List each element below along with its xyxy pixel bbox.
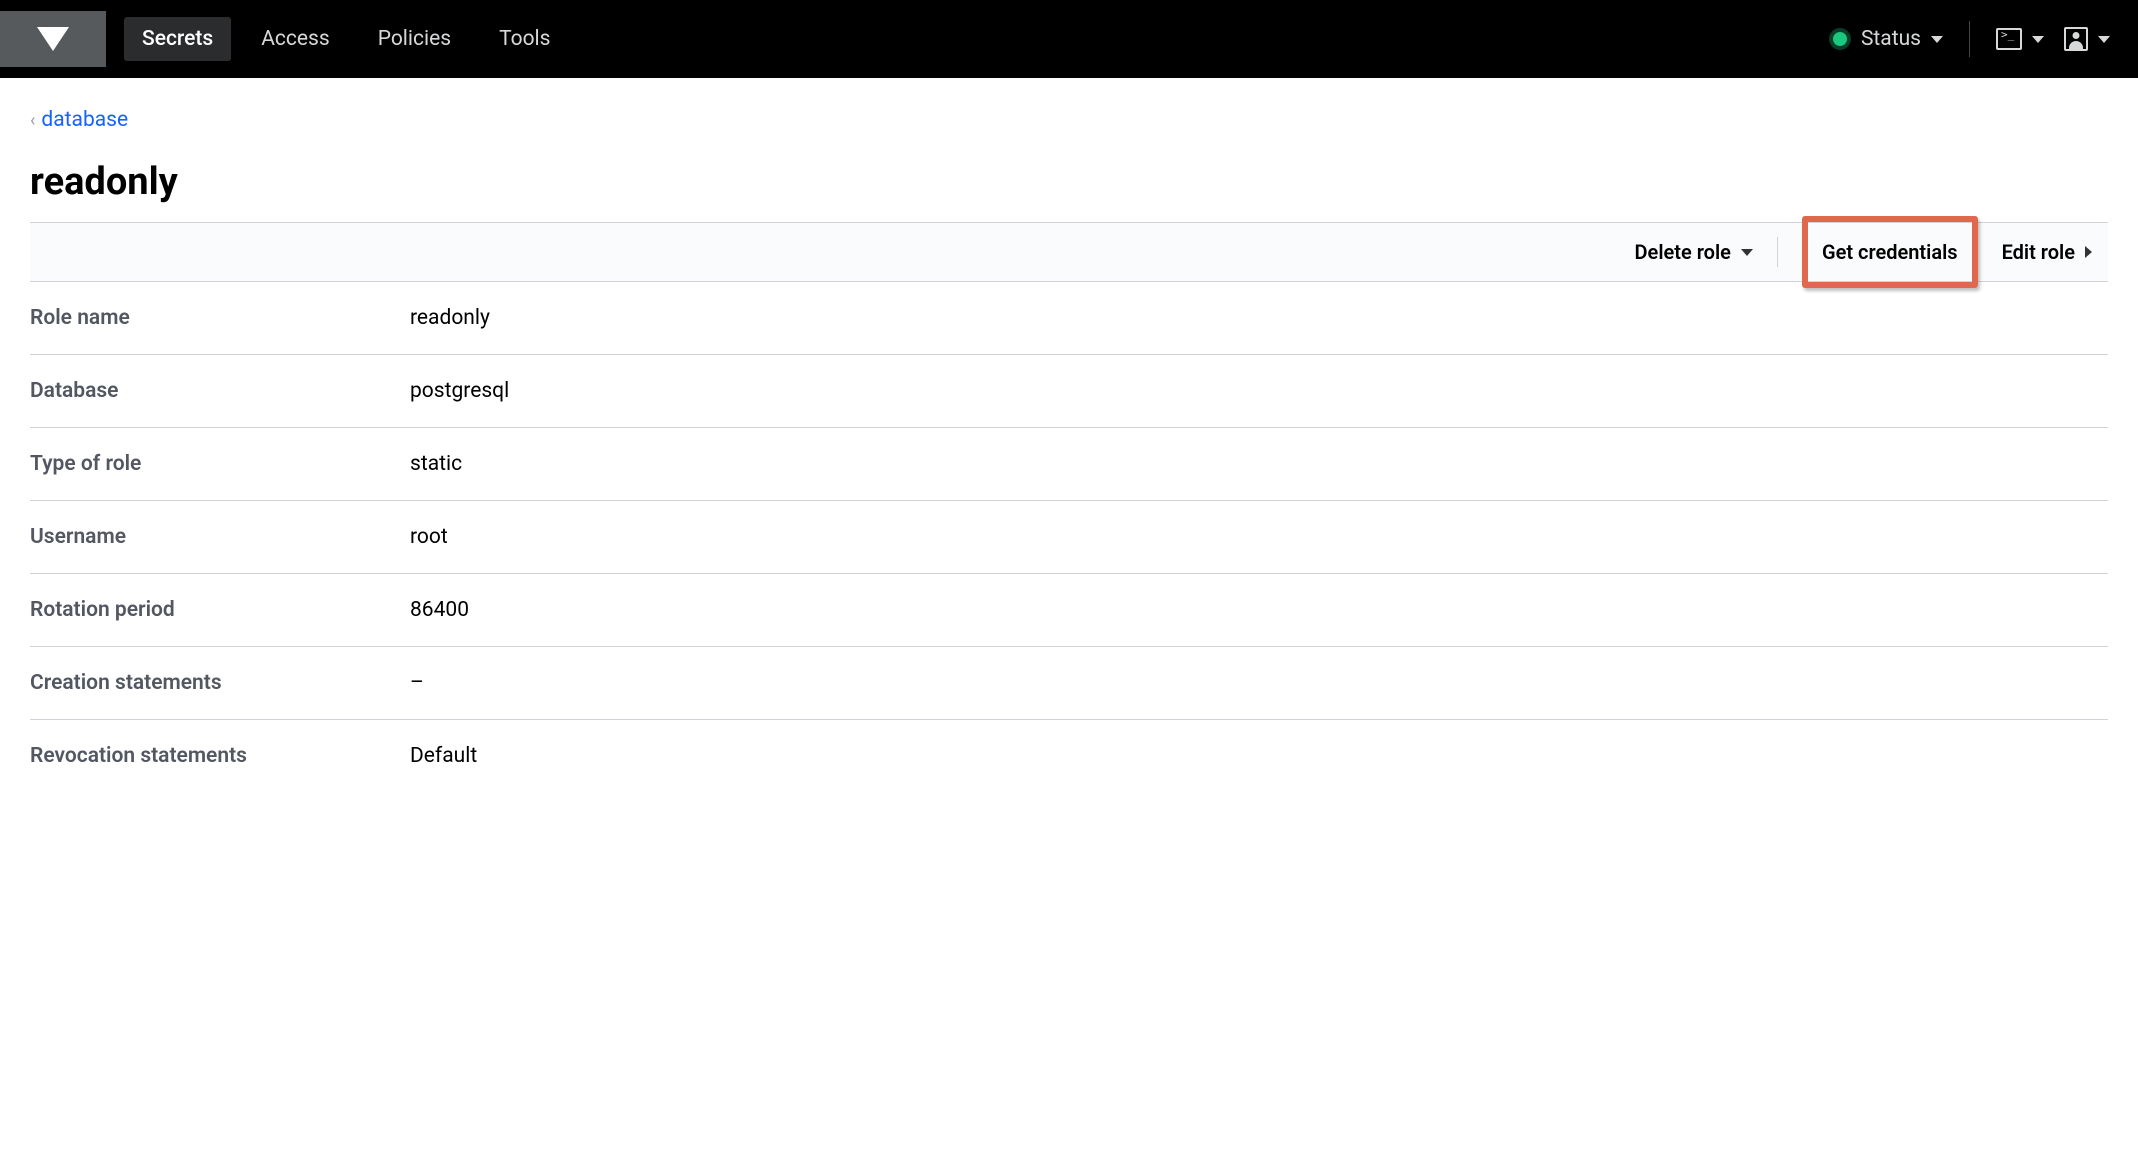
console-menu[interactable] [1986, 28, 2054, 50]
nav-item-tools[interactable]: Tools [481, 17, 568, 61]
detail-value: readonly [410, 306, 490, 330]
nav-item-secrets[interactable]: Secrets [124, 17, 231, 61]
detail-label: Creation statements [30, 671, 410, 695]
user-menu[interactable] [2054, 27, 2120, 51]
detail-value: postgresql [410, 379, 509, 403]
page-content: ‹ database readonly Delete role Get cred… [0, 78, 2138, 792]
detail-value: – [410, 671, 424, 695]
detail-value: static [410, 452, 462, 476]
detail-label: Username [30, 525, 410, 549]
chevron-left-icon: ‹ [30, 110, 35, 131]
detail-row-role-name: Role name readonly [30, 282, 2108, 355]
detail-label: Rotation period [30, 598, 410, 622]
detail-label: Role name [30, 306, 410, 330]
nav-item-access[interactable]: Access [243, 17, 348, 61]
chevron-down-icon [2032, 36, 2044, 43]
get-credentials-label: Get credentials [1822, 240, 1958, 264]
navbar: Secrets Access Policies Tools Status [0, 0, 2138, 78]
nav-divider [1969, 21, 1970, 57]
chevron-down-icon [1931, 36, 1943, 43]
delete-role-button[interactable]: Delete role [1635, 240, 1753, 264]
nav-item-policies[interactable]: Policies [360, 17, 469, 61]
detail-row-username: Username root [30, 501, 2108, 574]
page-title: readonly [30, 160, 2108, 204]
status-menu[interactable]: Status [1819, 27, 1953, 51]
toolbar-divider [1777, 237, 1778, 267]
detail-value: 86400 [410, 598, 469, 622]
detail-label: Type of role [30, 452, 410, 476]
detail-value: root [410, 525, 448, 549]
user-icon [2064, 27, 2088, 51]
chevron-down-icon [1741, 249, 1753, 256]
chevron-down-icon [2098, 36, 2110, 43]
detail-row-database: Database postgresql [30, 355, 2108, 428]
get-credentials-button[interactable]: Get credentials [1802, 216, 1978, 288]
breadcrumb-link-database[interactable]: database [41, 108, 128, 132]
detail-row-revocation-statements: Revocation statements Default [30, 720, 2108, 792]
detail-label: Database [30, 379, 410, 403]
detail-row-creation-statements: Creation statements – [30, 647, 2108, 720]
terminal-icon [1996, 28, 2022, 50]
detail-value: Default [410, 744, 477, 768]
status-label: Status [1861, 27, 1921, 51]
delete-role-label: Delete role [1635, 240, 1731, 264]
detail-label: Revocation statements [30, 744, 410, 768]
detail-row-type: Type of role static [30, 428, 2108, 501]
edit-role-label: Edit role [2002, 240, 2075, 264]
detail-row-rotation: Rotation period 86400 [30, 574, 2108, 647]
chevron-right-icon [2085, 246, 2092, 258]
status-dot-icon [1829, 28, 1851, 50]
edit-role-button[interactable]: Edit role [2002, 240, 2092, 264]
role-toolbar: Delete role Get credentials Edit role [30, 222, 2108, 282]
breadcrumb: ‹ database [30, 108, 2108, 132]
vault-logo[interactable] [0, 11, 106, 67]
role-details: Role name readonly Database postgresql T… [30, 282, 2108, 792]
vault-logo-icon [37, 27, 69, 51]
